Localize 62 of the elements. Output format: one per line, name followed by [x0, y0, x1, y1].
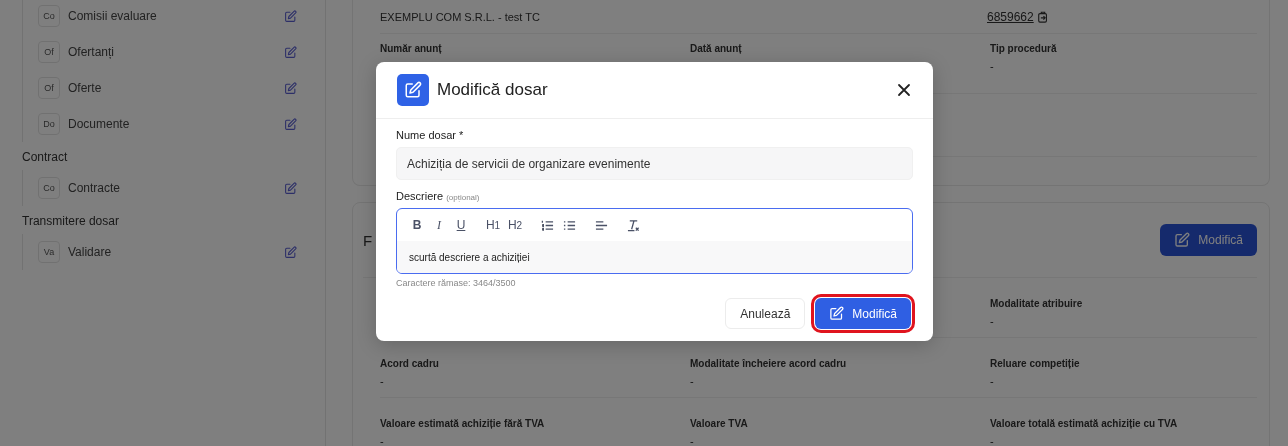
edit-icon — [284, 9, 297, 23]
edit-icon — [397, 74, 429, 106]
edit-icon — [1174, 232, 1191, 248]
field-value: - — [990, 375, 995, 388]
edit-icon — [284, 245, 297, 259]
field-label: Valoare estimată achiziție fără TVA — [380, 417, 546, 430]
item-badge: Do — [38, 113, 60, 135]
sidebar-item[interactable]: Documente — [68, 117, 130, 131]
optional-hint: (opțional) — [446, 193, 480, 202]
sidebar-item[interactable]: Validare — [68, 245, 112, 259]
number-link[interactable]: 6859662 — [987, 9, 1034, 24]
field-label: Valoare TVA — [690, 417, 749, 430]
field-label: Dată anunț — [690, 42, 743, 55]
section-heading: Transmitere dosar — [22, 213, 120, 230]
field-label: Modalitate atribuire — [990, 297, 1084, 310]
sidebar-item[interactable]: Oferte — [68, 81, 102, 95]
item-badge: Co — [38, 177, 60, 199]
sidebar-item[interactable]: Ofertanți — [68, 45, 115, 59]
field-value: - — [990, 60, 995, 73]
align-icon — [594, 218, 608, 232]
close-icon[interactable] — [897, 83, 911, 97]
sidebar-item[interactable]: Comisii evaluare — [68, 9, 157, 23]
bullet-list-icon — [562, 218, 576, 232]
item-badge: Co — [38, 5, 60, 27]
copy-icon[interactable] — [1036, 10, 1049, 23]
underline-button[interactable]: U — [451, 215, 471, 235]
field-value: - — [690, 375, 695, 388]
sidebar-item[interactable]: Contracte — [68, 181, 121, 195]
field-value: - — [990, 435, 995, 446]
name-input[interactable]: Achiziția de servicii de organizare evenimente — [396, 147, 913, 180]
edit-icon — [284, 45, 297, 59]
field-label: Reluare competiție — [990, 357, 1081, 370]
field-value: - — [990, 315, 995, 328]
section-heading: Contract — [22, 149, 69, 166]
card-title: F — [363, 231, 373, 249]
description-text: scurtă descriere a achiziției — [397, 241, 912, 273]
edit-icon — [284, 81, 297, 95]
character-counter: Caractere rămase: 3464/3500 — [396, 278, 517, 288]
italic-button[interactable]: I — [429, 215, 449, 235]
field-label: Descriere (opțional) — [396, 190, 481, 202]
field-label: Modalitate încheiere acord cadru — [690, 357, 848, 370]
numbered-list-icon — [540, 218, 554, 232]
edit-button[interactable]: Modifică — [1160, 224, 1257, 256]
item-badge: Va — [38, 241, 60, 263]
field-value: - — [380, 435, 385, 446]
item-badge: Of — [38, 41, 60, 63]
edit-icon — [284, 117, 297, 131]
field-label: Nume dosar * — [396, 129, 465, 141]
field-label: Număr anunț — [380, 42, 443, 55]
bold-button[interactable]: B — [407, 215, 427, 235]
item-badge: Of — [38, 77, 60, 99]
dialog-title: Modifică dosar — [437, 80, 548, 100]
edit-icon — [284, 181, 297, 195]
field-label: Acord cadru — [380, 357, 440, 370]
field-value: - — [690, 435, 695, 446]
edit-icon — [829, 306, 845, 321]
field-value: - — [380, 375, 385, 388]
clear-format-icon — [626, 218, 640, 232]
field-label: Tip procedură — [990, 42, 1058, 55]
cancel-button[interactable]: Anulează — [725, 298, 806, 329]
field-label: Valoare totală estimată achiziție cu TVA — [990, 417, 1179, 430]
company-name: EXEMPLU COM S.R.L. - test TC — [380, 10, 540, 23]
